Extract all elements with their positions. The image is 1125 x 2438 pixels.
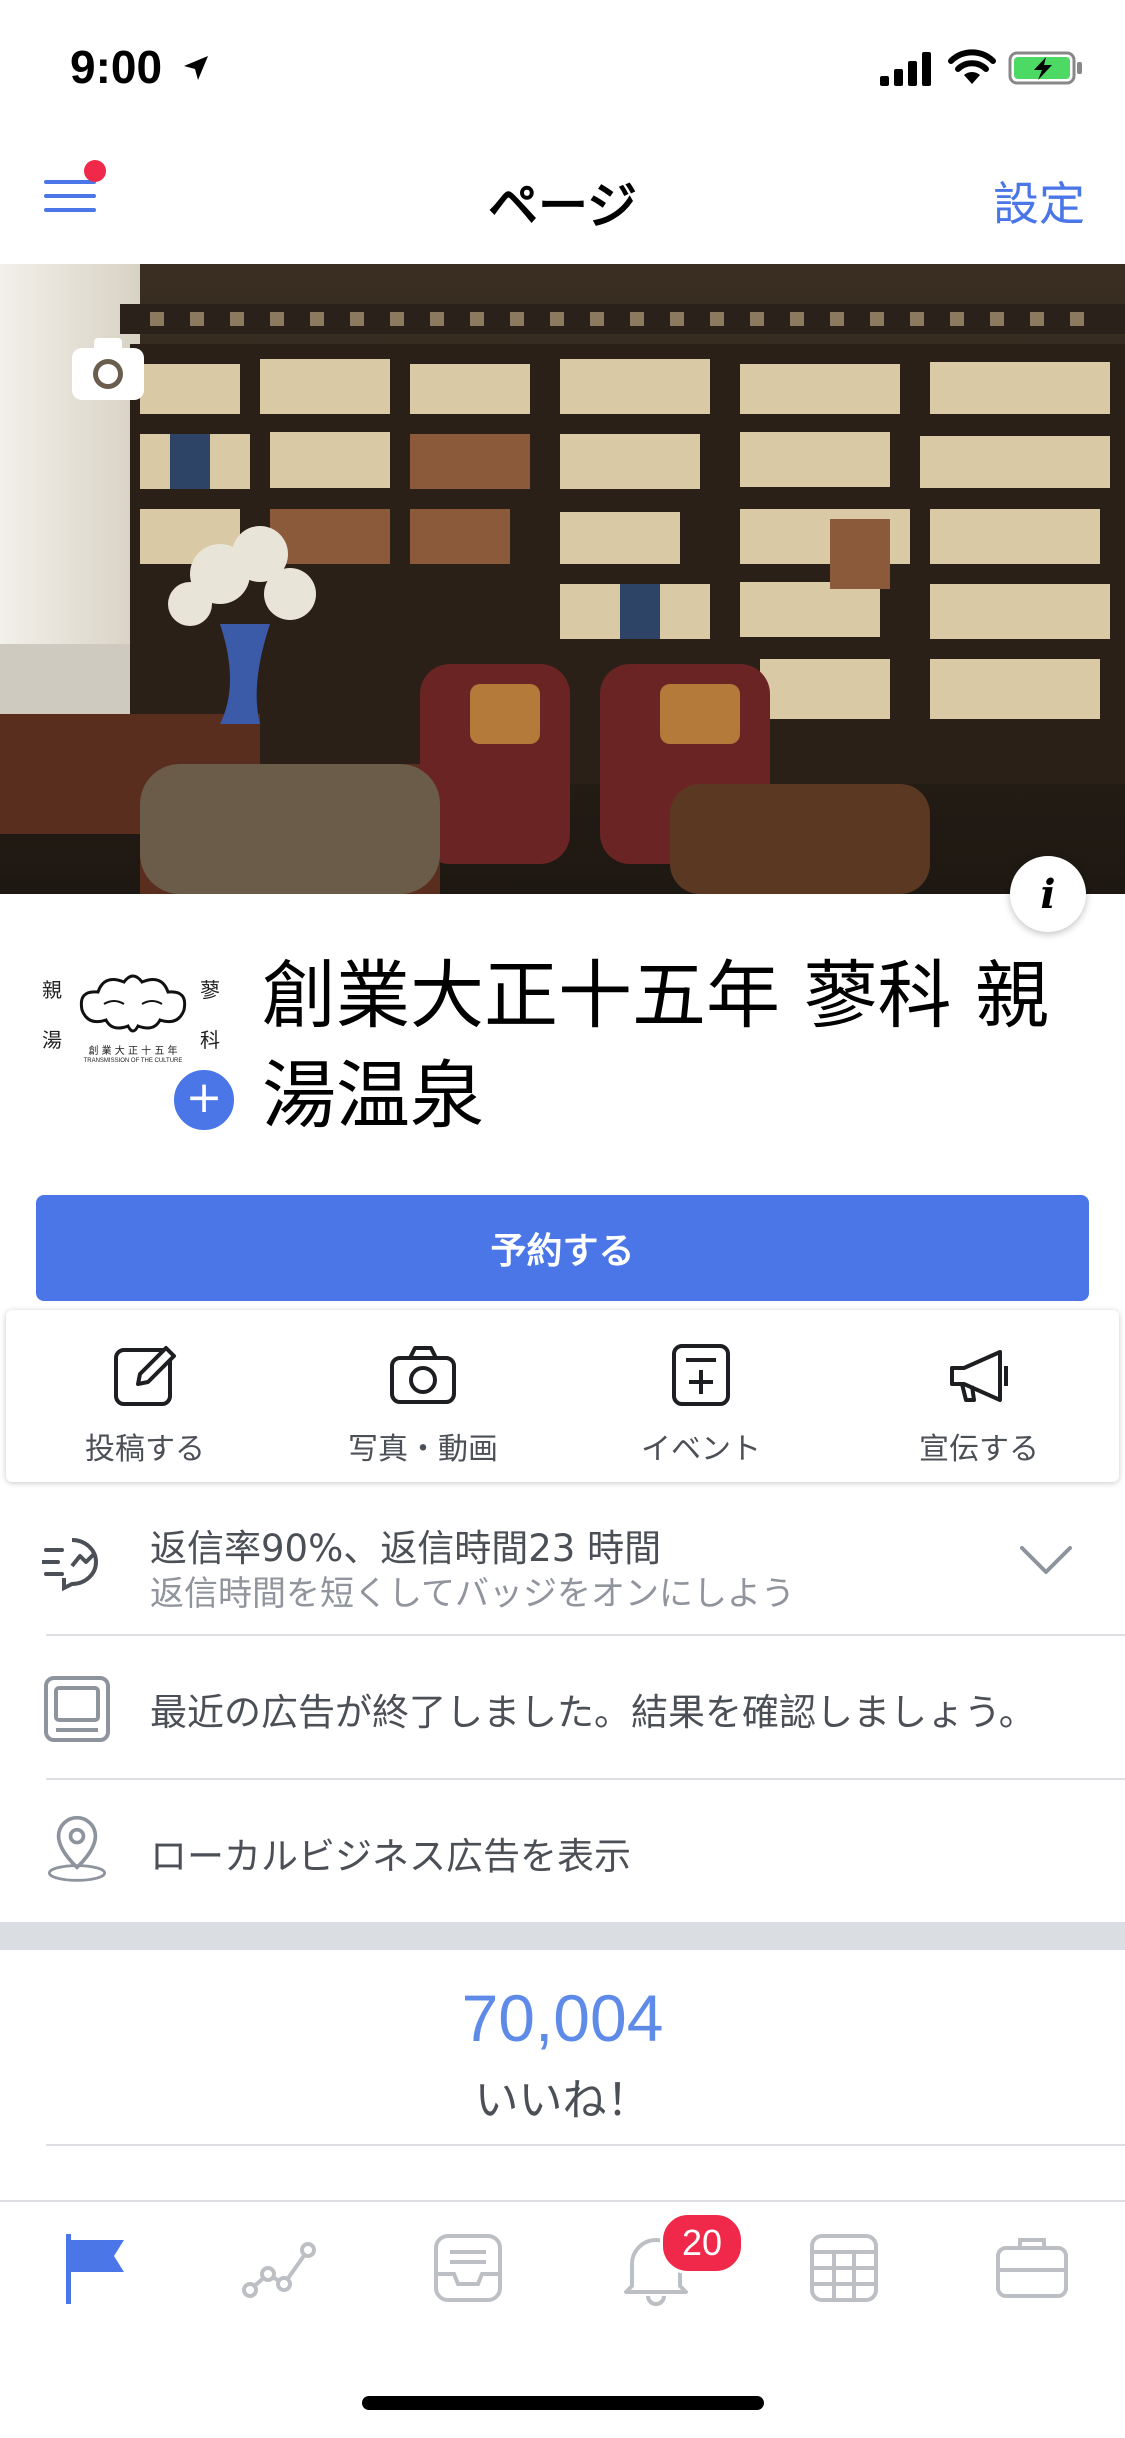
cover-camera-icon[interactable] [70,334,146,402]
location-arrow-icon [184,56,208,80]
logo-char-right-top: 蓼 [200,978,220,1002]
response-rate-title: 返信率90%、返信時間23 時間 [150,1527,662,1570]
status-time: 9:00 [70,41,163,93]
action-event[interactable]: イベント [562,1310,840,1482]
local-ads-row[interactable]: ローカルビジネス広告を表示 [0,1780,1125,1922]
insights-icon[interactable] [242,2228,322,2308]
ad-screen-icon [44,1676,110,1742]
response-rate-row[interactable]: 返信率90%、返信時間23 時間 返信時間を短くしてバッジをオンにしよう [0,1492,1125,1632]
logo-cloud-icon [79,974,187,1033]
camera-icon [390,1346,456,1404]
logo-char-left-bottom: 湯 [42,1028,62,1052]
megaphone-icon [950,1350,1008,1402]
divider [46,2144,1125,2146]
settings-button[interactable]: 設定 [993,168,1085,234]
chevron-down-icon[interactable] [1018,1542,1074,1578]
flag-icon[interactable] [58,2228,138,2308]
cellular-signal-icon [880,52,931,86]
logo-subtitle-jp: 創 業 大 正 十 五 年 [88,1046,178,1057]
messenger-speed-icon [42,1538,98,1592]
wifi-icon [948,49,996,84]
response-rate-subtitle: 返信時間を短くしてバッジをオンにしよう [150,1574,795,1614]
event-icon [672,1344,730,1406]
action-post-label: 投稿する [85,1432,205,1467]
action-promote[interactable]: 宣伝する [840,1310,1118,1482]
likes-count[interactable]: 70,004 [0,1980,1125,2056]
notification-badge: 20 [660,2212,744,2274]
logo-char-right-bottom: 科 [200,1028,220,1052]
calendar-icon[interactable] [804,2228,884,2308]
action-promote-label: 宣伝する [919,1432,1039,1467]
ad-results-text: 最近の広告が終了しました。結果を確認しましょう。 [150,1691,1036,1734]
action-photo-video[interactable]: 写真・動画 [284,1310,562,1482]
section-separator [0,1922,1125,1950]
logo-char-left-top: 親 [42,978,62,1002]
action-photo-video-label: 写真・動画 [348,1432,498,1467]
action-event-label: イベント [641,1432,761,1467]
battery-charging-icon [1008,51,1082,85]
briefcase-icon[interactable] [992,2228,1072,2308]
likes-label: いいね！ [474,2075,651,2126]
page-name: 創業大正十五年 蓼科 親湯温泉 [262,953,1050,1139]
local-ads-text: ローカルビジネス広告を表示 [150,1835,631,1878]
logo-subtitle-en: TRANSMISSION OF THE CULTURE [83,1058,183,1064]
action-post[interactable]: 投稿する [6,1310,284,1482]
reserve-button[interactable]: 予約する [36,1195,1089,1301]
ad-results-row[interactable]: 最近の広告が終了しました。結果を確認しましょう。 [0,1636,1125,1778]
inbox-icon[interactable] [428,2228,508,2308]
info-button[interactable]: i [1010,856,1086,932]
edit-icon [114,1346,176,1406]
home-indicator[interactable] [362,2396,764,2410]
add-profile-photo-button[interactable]: + [170,1066,238,1134]
page-action-bar: 投稿する 写真・動画 イベント 宣伝する [6,1310,1119,1482]
page-title: ページ [488,177,637,235]
cover-photo[interactable] [0,264,1125,894]
location-pin-icon [47,1815,107,1882]
